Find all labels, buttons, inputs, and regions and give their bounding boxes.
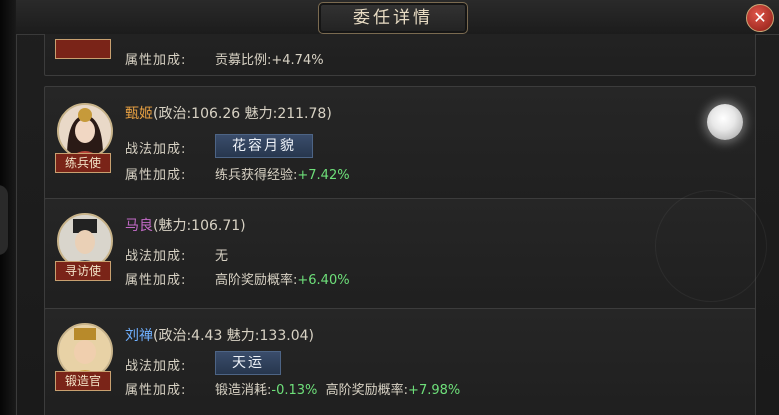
background-decoration — [655, 190, 767, 302]
close-button[interactable]: ✕ — [746, 4, 774, 32]
attr-label: 属性加成: — [125, 168, 187, 183]
skill-label: 战法加成: — [125, 359, 187, 374]
officer-name-line: 刘禅(政治:4.43 魅力:133.04) — [125, 325, 314, 345]
attr-text: 练兵获得经验:+7.42% — [215, 164, 350, 183]
role-tag: 练兵使 — [55, 153, 111, 173]
officer-name: 马良 — [125, 218, 153, 234]
skill-button[interactable]: 天运 — [215, 351, 281, 375]
avatar — [57, 103, 113, 159]
attr-value: -0.13% — [271, 383, 318, 398]
skill-button[interactable]: 花容月貌 — [215, 134, 313, 158]
attr-value: +6.40% — [297, 273, 350, 288]
officer-stats: (魅力:106.71) — [153, 218, 246, 234]
appointment-card: 寻访使 马良(魅力:106.71) 战法加成: 无 属性加成: 高阶奖励概率:+… — [44, 198, 756, 318]
skill-label: 战法加成: — [125, 142, 187, 157]
attr-label: 属性加成: — [125, 273, 187, 288]
dialog-title: 委任详情 — [318, 2, 468, 34]
attr-text: 高阶奖励概率:+6.40% — [215, 269, 350, 288]
attr-label: 属性加成: — [125, 53, 187, 68]
portrait-icon — [59, 105, 111, 157]
attr-value: +7.42% — [297, 168, 350, 183]
officer-name-line: 马良(魅力:106.71) — [125, 215, 246, 235]
officer-name: 刘禅 — [125, 328, 153, 344]
appointment-list[interactable]: 属性加成: 贡募比例:+4.74% 练兵使 甄姬(政治:106.26 魅力:21… — [40, 34, 756, 415]
attr-name: 练兵获得经验: — [215, 168, 298, 183]
skill-label: 战法加成: — [125, 249, 187, 264]
attr-name: 高阶奖励概率: — [215, 273, 298, 288]
portrait-icon — [59, 325, 111, 377]
appointment-card-partial: 属性加成: 贡募比例:+4.74% — [44, 34, 756, 76]
attr-text: 贡募比例:+4.74% — [215, 53, 324, 68]
attr-name-2: 高阶奖励概率: — [325, 383, 409, 398]
skill-text: 无 — [215, 249, 229, 264]
attr-label: 属性加成: — [125, 383, 187, 398]
officer-stats: (政治:4.43 魅力:133.04) — [153, 328, 314, 344]
glow-orb-icon[interactable] — [707, 104, 743, 140]
left-tab-handle — [0, 185, 8, 255]
officer-stats: (政治:106.26 魅力:211.78) — [153, 106, 332, 122]
attr-name: 锻造消耗: — [215, 383, 272, 398]
role-tag-partial — [55, 39, 111, 59]
attr-value-2: +7.98% — [408, 383, 461, 398]
appointment-card: 锻造官 刘禅(政治:4.43 魅力:133.04) 战法加成: 天运 属性加成:… — [44, 308, 756, 415]
role-tag: 寻访使 — [55, 261, 111, 281]
portrait-icon — [59, 215, 111, 267]
officer-name-line: 甄姬(政治:106.26 魅力:211.78) — [125, 103, 332, 123]
attr-text: 锻造消耗:-0.13% 高阶奖励概率:+7.98% — [215, 379, 460, 398]
officer-name: 甄姬 — [125, 106, 153, 122]
role-tag: 锻造官 — [55, 371, 111, 391]
